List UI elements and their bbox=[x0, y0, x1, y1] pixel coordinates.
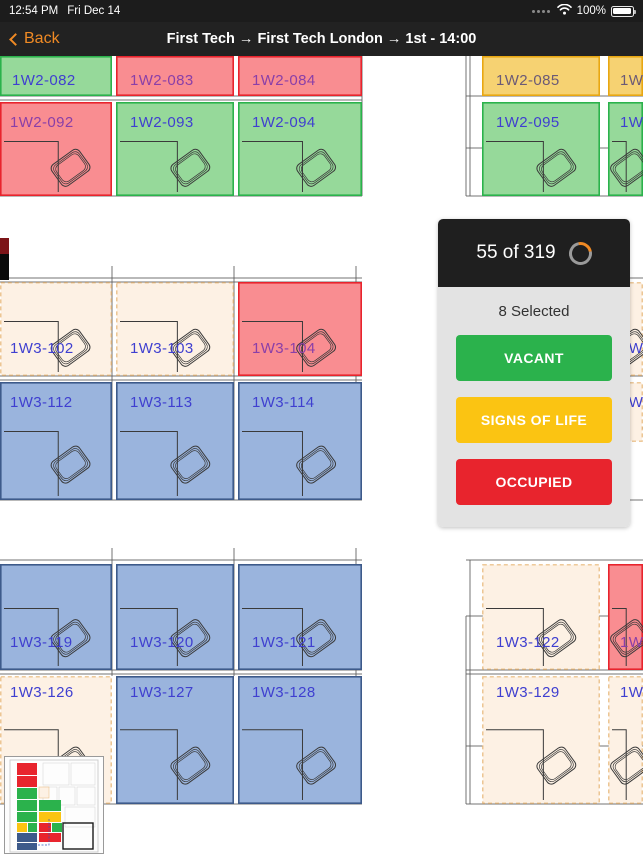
selected-count-label: 8 Selected bbox=[498, 303, 570, 320]
desk-1W2-095[interactable] bbox=[481, 101, 600, 197]
floorplan-minimap[interactable] bbox=[4, 756, 104, 854]
minimap-svg bbox=[5, 757, 103, 853]
panel-body: 8 Selected VACANT SIGNS OF LIFE OCCUPIED bbox=[438, 287, 630, 527]
battery-percent-label: 100% bbox=[576, 5, 606, 17]
breadcrumb-title: First Tech → First Tech London → 1st - 1… bbox=[166, 31, 477, 47]
wifi-icon bbox=[556, 3, 572, 18]
status-action-panel[interactable]: 55 of 319 8 Selected VACANT SIGNS OF LIF… bbox=[438, 219, 630, 527]
desk-1W3-104[interactable] bbox=[238, 282, 363, 377]
occupied-button[interactable]: OCCUPIED bbox=[456, 459, 612, 505]
desk-1W3-103[interactable] bbox=[116, 282, 234, 376]
desk-1W3-102[interactable] bbox=[0, 282, 112, 376]
status-bar-right: 100% bbox=[531, 3, 636, 18]
panel-header: 55 of 319 bbox=[438, 219, 630, 287]
status-bar-date: Fri Dec 14 bbox=[67, 5, 121, 17]
desk-1W2-08x[interactable] bbox=[607, 56, 643, 97]
desk-1W3-12x[interactable] bbox=[607, 563, 643, 670]
desk-1W3-122[interactable] bbox=[482, 564, 600, 670]
signal-dots-icon bbox=[531, 9, 550, 13]
loading-spinner-icon bbox=[564, 237, 597, 269]
desk-1W3-119[interactable] bbox=[0, 563, 113, 670]
desk-1W2-09x[interactable] bbox=[607, 101, 643, 197]
desk-1W3-127[interactable] bbox=[116, 675, 235, 804]
chevron-left-icon bbox=[9, 32, 22, 46]
desk-1W3-112[interactable] bbox=[0, 381, 113, 500]
status-bar-left: 12:54 PM Fri Dec 14 bbox=[9, 5, 120, 17]
desk-1W2-082[interactable] bbox=[0, 56, 113, 97]
desk-1W2-083[interactable] bbox=[116, 56, 235, 97]
desk-1W3-114[interactable] bbox=[238, 381, 363, 500]
desk-1W2-092[interactable] bbox=[0, 101, 113, 197]
desk-1W3-128[interactable] bbox=[238, 675, 363, 804]
navigation-bar: Back First Tech → First Tech London → 1s… bbox=[0, 22, 643, 56]
desk-1W2-094[interactable] bbox=[238, 101, 363, 197]
desk-1W2-084[interactable] bbox=[238, 56, 363, 97]
back-button-label: Back bbox=[24, 30, 60, 47]
desk-1W2-085[interactable] bbox=[481, 56, 600, 97]
back-button[interactable]: Back bbox=[0, 30, 60, 48]
vacant-button[interactable]: VACANT bbox=[456, 335, 612, 381]
status-bar-time: 12:54 PM bbox=[9, 5, 59, 17]
desk-1W3-129[interactable] bbox=[482, 676, 600, 804]
desk-1W3-113[interactable] bbox=[116, 381, 235, 500]
desk-1W3-120[interactable] bbox=[116, 563, 235, 670]
desk-1W3-121[interactable] bbox=[238, 563, 363, 670]
signs-of-life-button[interactable]: SIGNS OF LIFE bbox=[456, 397, 612, 443]
progress-count-label: 55 of 319 bbox=[476, 242, 556, 263]
desk-1W2-093[interactable] bbox=[116, 101, 235, 197]
battery-icon bbox=[611, 5, 636, 17]
status-bar: 12:54 PM Fri Dec 14 100% bbox=[0, 0, 643, 22]
